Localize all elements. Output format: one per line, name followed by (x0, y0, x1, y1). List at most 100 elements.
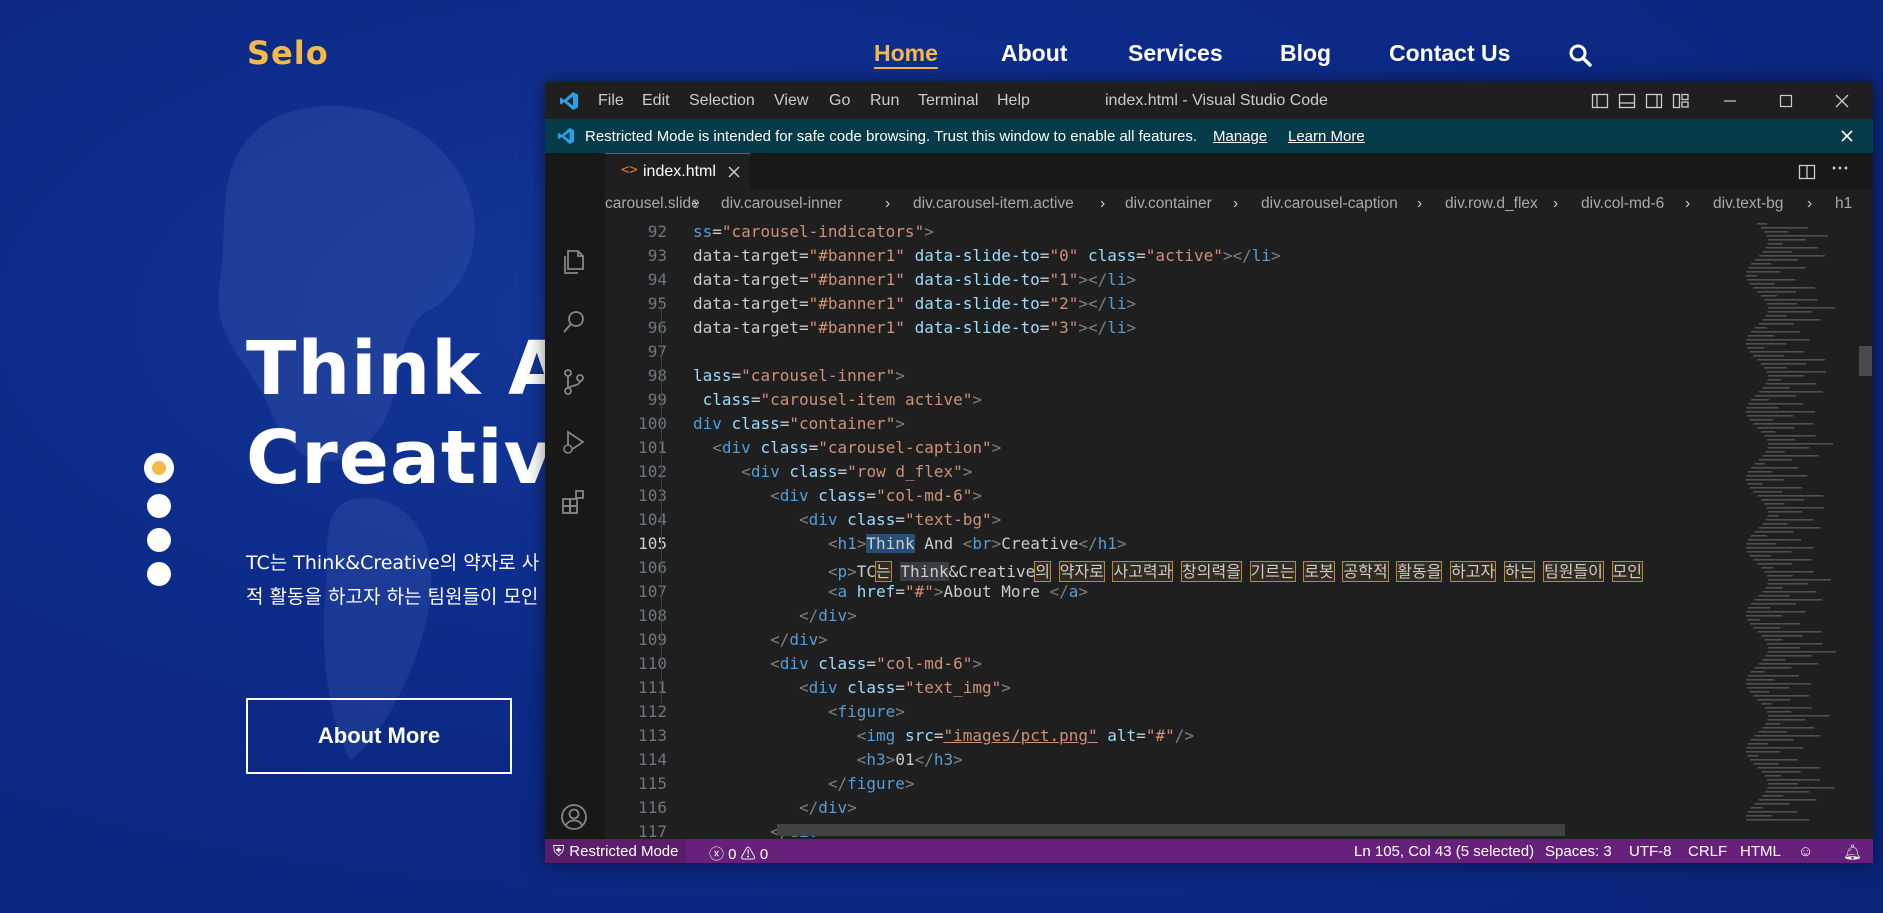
toggle-primary-sidebar-icon[interactable] (1591, 92, 1609, 110)
code-editor[interactable]: 92 93 94 95 96 97 98 99 100 101 102 103 104 105 106 107… (605, 219, 1783, 839)
minimap-line (1764, 571, 1814, 573)
minimize-icon[interactable] (1721, 92, 1739, 110)
minimap-line (1758, 731, 1788, 733)
menu-go[interactable]: Go (829, 92, 850, 110)
minimap-line (1761, 567, 1774, 569)
indentation-status[interactable]: Spaces: 3 (1545, 843, 1612, 860)
menu-view[interactable]: View (774, 92, 808, 110)
encoding-status[interactable]: UTF-8 (1629, 843, 1672, 860)
editor-tabs: <> index.html ⋯ (605, 153, 1873, 190)
close-tab-icon[interactable] (728, 166, 740, 178)
breadcrumb-item[interactable]: h1 (1835, 195, 1852, 213)
line-number: 106 (638, 558, 667, 577)
minimap-line (1764, 435, 1816, 437)
eol-status[interactable]: CRLF (1688, 843, 1727, 860)
minimap-line (1754, 531, 1794, 533)
search-icon[interactable] (1568, 43, 1592, 67)
cursor-position-status[interactable]: Ln 105, Col 43 (5 selected) (1354, 843, 1534, 860)
minimap-line (1767, 311, 1812, 313)
carousel-indicator-2[interactable] (147, 494, 171, 518)
accounts-icon[interactable] (559, 802, 589, 832)
breadcrumb-item[interactable]: div.container (1125, 195, 1212, 213)
banner-manage-link[interactable]: Manage (1213, 128, 1267, 145)
search-view-icon[interactable] (559, 307, 589, 337)
problems-status[interactable]: ⓧ 0 ⚠ 0 (709, 843, 768, 863)
breadcrumb-item[interactable]: div.carousel-inner (721, 195, 842, 213)
minimap[interactable] (1738, 219, 1848, 839)
close-window-icon[interactable] (1833, 92, 1851, 110)
tab-index-html[interactable]: <> index.html (605, 153, 750, 190)
minimap-line (1764, 639, 1783, 641)
minimap-line (1746, 679, 1775, 681)
breadcrumb-item[interactable]: div.text-bg (1713, 195, 1783, 213)
minimap-line (1761, 499, 1805, 501)
nav-about[interactable]: About (1001, 40, 1067, 67)
minimap-line (1761, 295, 1778, 297)
about-more-button[interactable]: About More (246, 698, 512, 774)
minimap-line (1767, 239, 1806, 241)
split-editor-icon[interactable] (1798, 163, 1816, 181)
breadcrumb-item[interactable]: div.row.d_flex (1445, 195, 1538, 213)
breadcrumb-item[interactable]: div.col-md-6 (1581, 195, 1664, 213)
minimap-line (1761, 431, 1776, 433)
restricted-mode-status[interactable]: ⛨ Restricted Mode (545, 839, 687, 863)
nav-blog[interactable]: Blog (1280, 40, 1331, 67)
menu-file[interactable]: File (598, 92, 624, 110)
notifications-bell-icon[interactable]: 🔔︎ (1843, 843, 1862, 861)
minimap-line (1750, 759, 1799, 761)
minimap-line (1758, 527, 1821, 529)
minimap-line (1749, 555, 1771, 557)
banner-learn-more-link[interactable]: Learn More (1288, 128, 1365, 145)
vertical-scrollbar[interactable] (1858, 219, 1873, 839)
nav-home[interactable]: Home (874, 40, 938, 67)
minimap-line (1757, 767, 1820, 769)
minimap-line (1767, 443, 1833, 445)
minimap-line (1766, 371, 1826, 373)
customize-layout-icon[interactable] (1672, 92, 1690, 110)
minimap-line (1761, 363, 1807, 365)
minimap-line (1747, 687, 1790, 689)
minimap-line (1767, 719, 1806, 721)
language-status[interactable]: HTML (1740, 843, 1781, 860)
nav-contact-us[interactable]: Contact Us (1389, 40, 1510, 67)
nav-services[interactable]: Services (1128, 40, 1223, 67)
close-banner-icon[interactable] (1839, 128, 1855, 144)
menu-help[interactable]: Help (997, 92, 1030, 110)
horizontal-scrollbar[interactable] (777, 824, 1565, 836)
breadcrumb-item[interactable]: div.carousel-item.active (913, 195, 1074, 213)
menu-selection[interactable]: Selection (689, 92, 755, 110)
minimap-line (1762, 319, 1821, 321)
carousel-indicator-1[interactable] (144, 453, 174, 483)
more-actions-icon[interactable]: ⋯ (1831, 158, 1849, 179)
run-and-debug-icon[interactable] (559, 427, 589, 457)
minimap-line (1757, 495, 1824, 497)
restricted-mode-banner: Restricted Mode is intended for safe cod… (545, 119, 1873, 153)
line-number: 114 (638, 750, 667, 769)
source-control-icon[interactable] (559, 367, 589, 397)
maximize-icon[interactable] (1777, 92, 1795, 110)
minimap-line (1746, 479, 1785, 481)
menu-edit[interactable]: Edit (642, 92, 670, 110)
minimap-line (1761, 703, 1772, 705)
toggle-panel-icon[interactable] (1618, 92, 1636, 110)
minimap-line (1758, 255, 1825, 257)
minimap-line (1749, 623, 1800, 625)
menu-run[interactable]: Run (870, 92, 899, 110)
breadcrumb-item[interactable]: div.carousel-caption (1261, 195, 1398, 213)
line-number: 116 (638, 798, 667, 817)
line-number: 96 (647, 318, 667, 337)
minimap-line (1765, 655, 1812, 657)
carousel-indicator-3[interactable] (147, 528, 171, 552)
line-number: 101 (638, 438, 667, 457)
minimap-line (1750, 467, 1798, 469)
minimap-line (1746, 547, 1814, 549)
menu-terminal[interactable]: Terminal (918, 92, 978, 110)
minimap-line (1766, 235, 1828, 237)
toggle-secondary-sidebar-icon[interactable] (1645, 92, 1663, 110)
breadcrumb-item[interactable]: carousel.slide (605, 195, 700, 213)
extensions-icon[interactable] (559, 487, 589, 517)
site-logo[interactable]: Selo (247, 34, 329, 72)
carousel-indicator-4[interactable] (147, 562, 171, 586)
feedback-icon[interactable]: ☺ (1798, 843, 1813, 860)
explorer-icon[interactable] (559, 247, 589, 277)
